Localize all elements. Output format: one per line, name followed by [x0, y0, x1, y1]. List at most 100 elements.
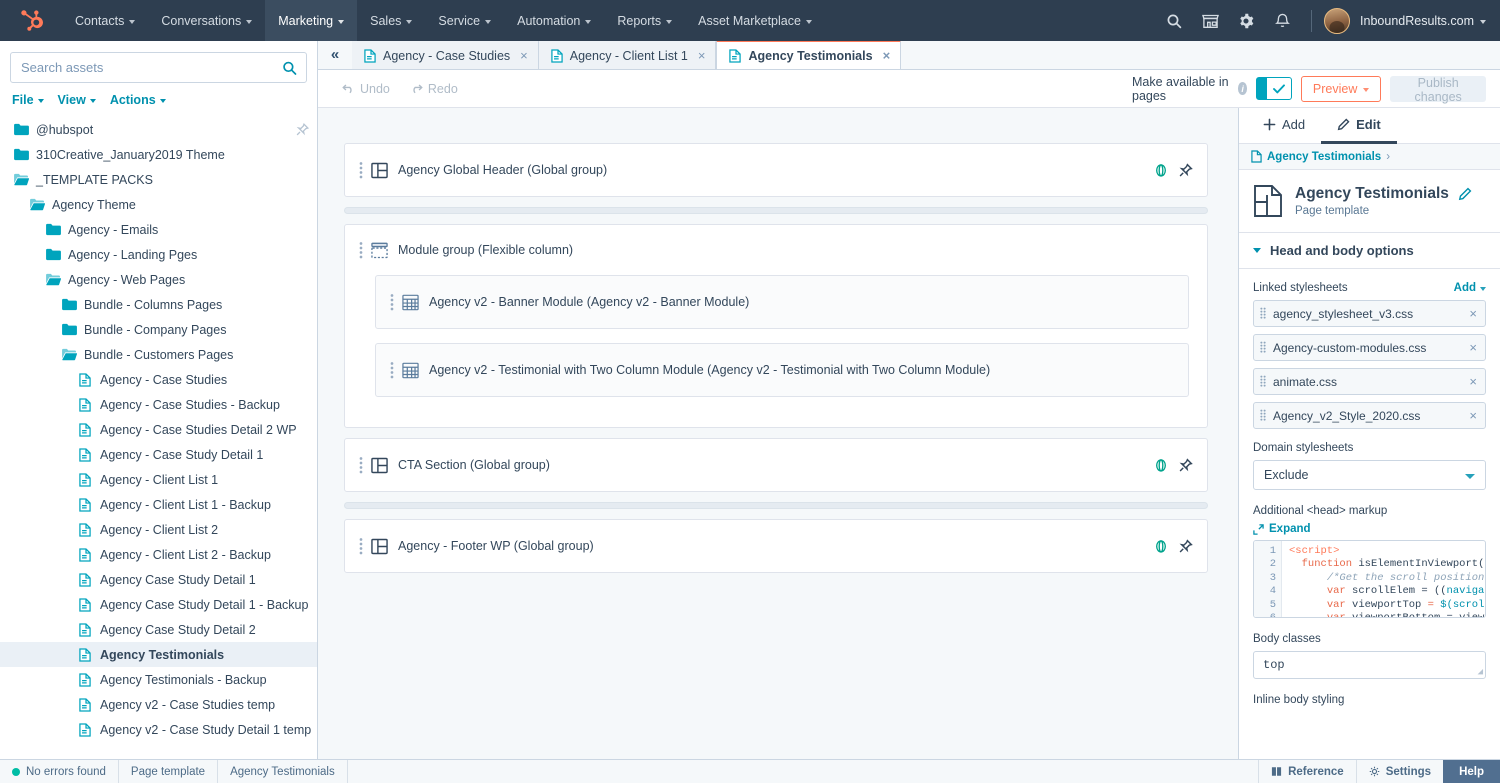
status-reference-button[interactable]: Reference	[1258, 760, 1356, 783]
inspector-tab-add[interactable]: Add	[1247, 108, 1321, 144]
status-item[interactable]: Agency Testimonials	[218, 760, 348, 783]
linked-stylesheet-item[interactable]: Agency_v2_Style_2020.css ×	[1253, 402, 1486, 429]
expand-code-button[interactable]: Expand	[1253, 523, 1486, 535]
search-input[interactable]	[11, 60, 306, 75]
tree-file-item[interactable]: Agency Case Study Detail 1	[0, 567, 317, 592]
canvas-module-row[interactable]: Agency v2 - Banner Module (Agency v2 - B…	[375, 275, 1189, 329]
nav-item-contacts[interactable]: Contacts	[62, 0, 148, 41]
publish-changes-button[interactable]: Publish changes	[1390, 75, 1486, 104]
pencil-icon[interactable]	[1458, 187, 1472, 201]
nav-item-automation[interactable]: Automation	[504, 0, 604, 41]
status-item[interactable]: Page template	[119, 760, 219, 783]
help-button[interactable]: Help	[1443, 760, 1500, 783]
gear-icon[interactable]	[1229, 0, 1263, 41]
tree-file-item[interactable]: Agency - Client List 1 - Backup	[0, 492, 317, 517]
close-icon[interactable]: ×	[698, 48, 706, 63]
tree-file-item[interactable]: Agency - Case Studies - Backup	[0, 392, 317, 417]
tree-file-item[interactable]: Agency Testimonials	[0, 642, 317, 667]
remove-icon[interactable]: ×	[1469, 374, 1477, 389]
drag-handle-icon[interactable]	[355, 241, 367, 259]
notifications-bell-icon[interactable]	[1265, 0, 1299, 41]
tree-file-item[interactable]: Agency - Case Studies Detail 2 WP	[0, 417, 317, 442]
preview-button[interactable]: Preview	[1300, 75, 1382, 102]
hubspot-logo[interactable]	[0, 0, 62, 41]
menu-file[interactable]: File	[12, 93, 44, 107]
tree-folder-item[interactable]: Bundle - Customers Pages	[0, 342, 317, 367]
drag-handle-icon[interactable]	[355, 456, 367, 474]
account-menu[interactable]: InboundResults.com	[1360, 14, 1486, 28]
drag-handle-icon[interactable]	[386, 293, 398, 311]
status-settings-button[interactable]: Settings	[1355, 760, 1443, 783]
nav-item-sales[interactable]: Sales	[357, 0, 425, 41]
linked-stylesheet-item[interactable]: animate.css ×	[1253, 368, 1486, 395]
redo-button[interactable]: Redo	[400, 78, 468, 100]
status-item[interactable]: No errors found	[0, 760, 119, 783]
add-stylesheet-button[interactable]: Add	[1454, 282, 1486, 294]
linked-stylesheet-item[interactable]: Agency-custom-modules.css ×	[1253, 334, 1486, 361]
tree-folder-item[interactable]: Bundle - Columns Pages	[0, 292, 317, 317]
file-tab[interactable]: Agency Testimonials ×	[716, 40, 902, 69]
tree-folder-item[interactable]: Agency - Emails	[0, 217, 317, 242]
remove-icon[interactable]: ×	[1469, 408, 1477, 423]
search-icon[interactable]	[282, 60, 297, 75]
tree-file-item[interactable]: Agency Case Study Detail 1 - Backup	[0, 592, 317, 617]
menu-view[interactable]: View	[58, 93, 96, 107]
tree-folder-item[interactable]: Agency Theme	[0, 192, 317, 217]
close-icon[interactable]: ×	[883, 48, 891, 63]
tree-file-item[interactable]: Agency - Client List 2	[0, 517, 317, 542]
tree-file-item[interactable]: Agency v2 - Case Studies temp	[0, 692, 317, 717]
breadcrumb[interactable]: Agency Testimonials ›	[1239, 144, 1500, 170]
tree-file-item[interactable]: Agency Testimonials - Backup	[0, 667, 317, 692]
remove-icon[interactable]: ×	[1469, 340, 1477, 355]
tree-folder-item[interactable]: Agency - Landing Pges	[0, 242, 317, 267]
module-group-header[interactable]: Module group (Flexible column)	[345, 225, 1207, 275]
nav-item-asset-marketplace[interactable]: Asset Marketplace	[685, 0, 825, 41]
unlink-pin-icon[interactable]	[1179, 162, 1193, 178]
canvas-module-row[interactable]: Agency - Footer WP (Global group)	[344, 519, 1208, 573]
tree-file-item[interactable]: Agency - Case Studies	[0, 367, 317, 392]
file-tab[interactable]: Agency - Client List 1 ×	[538, 40, 717, 69]
drag-handle-icon[interactable]	[355, 161, 367, 179]
unpin-icon[interactable]	[296, 123, 309, 136]
tree-file-item[interactable]: Agency - Client List 2 - Backup	[0, 542, 317, 567]
resize-grip-icon[interactable]: ◢	[1478, 667, 1483, 677]
marketplace-icon[interactable]	[1193, 0, 1227, 41]
module-drop-spacer[interactable]	[344, 502, 1208, 509]
drag-handle-icon[interactable]	[1260, 307, 1266, 321]
globe-icon[interactable]	[1154, 163, 1168, 178]
head-markup-code-editor[interactable]: 123456 <script> function isElementInView…	[1253, 540, 1486, 618]
info-icon[interactable]: i	[1237, 82, 1248, 95]
nav-item-reports[interactable]: Reports	[604, 0, 685, 41]
inspector-tab-edit[interactable]: Edit	[1321, 108, 1397, 144]
drag-handle-icon[interactable]	[355, 537, 367, 555]
undo-button[interactable]: Undo	[332, 78, 400, 100]
globe-icon[interactable]	[1154, 458, 1168, 473]
globe-icon[interactable]	[1154, 539, 1168, 554]
file-tab[interactable]: Agency - Case Studies ×	[352, 40, 539, 69]
drag-handle-icon[interactable]	[1260, 375, 1266, 389]
tree-folder-item[interactable]: Agency - Web Pages	[0, 267, 317, 292]
double-chevron-left-icon[interactable]: «	[318, 40, 352, 69]
linked-stylesheet-item[interactable]: agency_stylesheet_v3.css ×	[1253, 300, 1486, 327]
tree-folder-item[interactable]: 310Creative_January2019 Theme	[0, 142, 317, 167]
tree-folder-item[interactable]: Bundle - Company Pages	[0, 317, 317, 342]
menu-actions[interactable]: Actions	[110, 93, 166, 107]
remove-icon[interactable]: ×	[1469, 306, 1477, 321]
tree-file-item[interactable]: Agency Case Study Detail 2	[0, 617, 317, 642]
nav-item-service[interactable]: Service	[425, 0, 504, 41]
search-box[interactable]	[10, 52, 307, 83]
tree-folder-item[interactable]: @hubspot	[0, 117, 317, 142]
module-group[interactable]: Module group (Flexible column) Agency v2 …	[344, 224, 1208, 428]
nav-item-conversations[interactable]: Conversations	[148, 0, 265, 41]
unlink-pin-icon[interactable]	[1179, 538, 1193, 554]
close-icon[interactable]: ×	[520, 48, 528, 63]
canvas-module-row[interactable]: Agency v2 - Testimonial with Two Column …	[375, 343, 1189, 397]
canvas-module-row[interactable]: CTA Section (Global group)	[344, 438, 1208, 492]
tree-file-item[interactable]: Agency - Client List 1	[0, 467, 317, 492]
search-icon[interactable]	[1157, 0, 1191, 41]
domain-stylesheets-select[interactable]: Exclude	[1253, 460, 1486, 490]
make-available-toggle[interactable]	[1256, 77, 1292, 100]
nav-item-marketing[interactable]: Marketing	[265, 0, 358, 41]
avatar[interactable]	[1324, 7, 1351, 34]
module-drop-spacer[interactable]	[344, 207, 1208, 214]
